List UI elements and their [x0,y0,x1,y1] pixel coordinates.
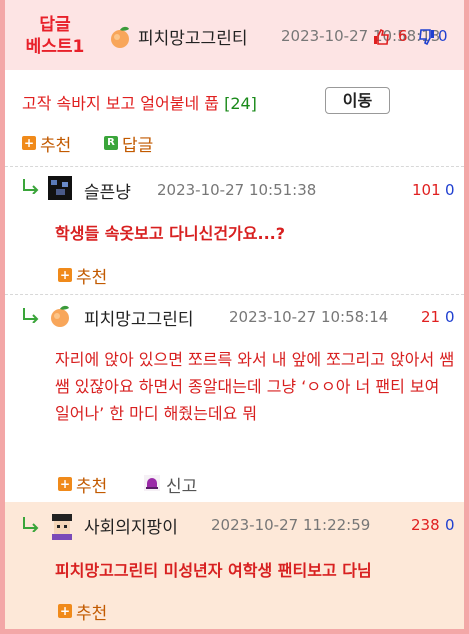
recommend-button[interactable]: 추천 [76,599,107,624]
best-reply-header: 답글 베스트1 피치망고그린티 2023-10-27 10:58:13 6 0 [5,0,464,70]
reply-text: 자리에 앉아 있으면 쪼르륵 와서 내 앞에 쪼그리고 앉아서 쌤쌤 있잖아요 … [55,350,455,423]
best-badge-line1: 답글 [39,15,71,35]
recommend-button[interactable]: 추천 [76,263,107,288]
best-nickname[interactable]: 피치망고그린티 [138,24,247,49]
reply-arrow-icon [23,517,39,532]
plus-icon: + [58,604,72,618]
reply-nickname[interactable]: 피치망고그린티 [84,305,193,330]
reply-up-count: 21 [421,308,441,326]
reply-down-count: 0 [445,308,455,326]
reply-text: 학생들 속옷보고 다니신건가요...? [55,224,286,243]
reply-date: 2023-10-27 11:22:59 [211,516,371,534]
post-comment-count: [24] [224,94,257,113]
reply-icon: R [104,136,118,150]
reply-arrow-icon [23,179,39,194]
divider [5,294,464,295]
best-up-count: 6 [398,27,408,45]
avatar[interactable] [48,176,72,200]
reply-date: 2023-10-27 10:51:38 [157,181,317,199]
peach-icon [51,305,69,327]
reply-up-count: 101 [412,181,441,199]
move-button[interactable]: 이동 [325,87,390,114]
recommend-button[interactable]: 추천 [40,131,71,156]
reply-arrow-icon [23,308,39,323]
post-title-link[interactable]: 고작 속바지 보고 얼어붙네 풉 [24] [22,90,257,114]
plus-icon: + [58,268,72,282]
plus-icon: + [22,136,36,150]
post-title[interactable]: 고작 속바지 보고 얼어붙네 풉 [22,94,219,113]
thumbs-up-icon[interactable] [373,29,389,45]
reply-down-count: 0 [445,516,455,534]
reply-nickname[interactable]: 사회의지팡이 [84,513,178,538]
plus-icon: + [58,477,72,491]
divider [5,166,464,167]
reply-up-count: 238 [411,516,440,534]
best-date: 2023-10-27 10:58:13 [281,27,441,45]
peach-icon [111,26,129,48]
thumbs-down-icon[interactable] [419,29,435,45]
recommend-button[interactable]: 추천 [76,472,107,497]
report-button[interactable]: 신고 [166,472,197,497]
reply-date: 2023-10-27 10:58:14 [229,308,389,326]
reply-down-count: 0 [445,181,455,199]
report-icon [144,475,160,491]
best-down-count: 0 [438,27,448,45]
best-badge: 답글 베스트1 [15,14,95,58]
reply-nickname[interactable]: 슬픈냥 [84,178,131,203]
avatar[interactable] [48,512,76,540]
reply-text: 피치망고그린티 미성년자 여학생 팬티보고 다님 [55,561,372,580]
best-badge-line2: 베스트1 [25,37,85,57]
reply-button[interactable]: 답글 [122,131,153,156]
